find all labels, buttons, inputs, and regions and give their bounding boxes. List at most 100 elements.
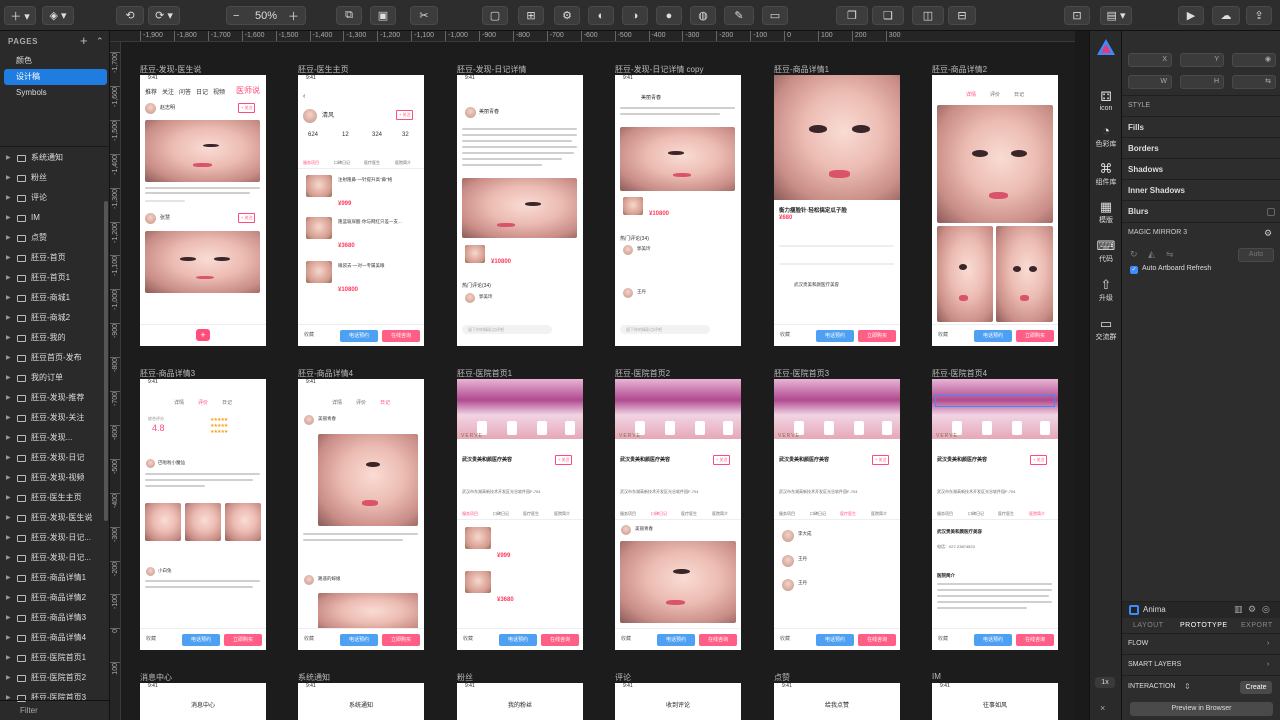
x-field[interactable]: X: [1128, 53, 1172, 67]
buy-button[interactable]: 立即购买: [224, 634, 262, 646]
artboard-product-detail-2[interactable]: 详情 评价 日记 收藏 电话预约 立即购买: [932, 75, 1058, 346]
disclosure-triangle-icon[interactable]: ▶: [6, 148, 11, 168]
disclosure-triangle-icon[interactable]: ▶: [6, 548, 11, 568]
layer-row[interactable]: ▶ 点赞: [0, 228, 104, 248]
buy-button[interactable]: 立即购买: [1016, 330, 1054, 342]
artboard-product-detail-4[interactable]: 9:41 详情 评价 日记 美丽青春 路遥的嫁娘 收藏 电话预约 立即购买: [298, 379, 424, 650]
artboard-label[interactable]: 评论: [615, 672, 631, 683]
tab-diary[interactable]: 口碑日记: [968, 511, 984, 517]
follow-button[interactable]: + 关注: [872, 455, 890, 465]
artboard-label[interactable]: 胚豆-医院首页3: [774, 368, 829, 379]
tab-recommend[interactable]: 推荐: [145, 87, 157, 96]
layer-row[interactable]: ▶ 胚豆-发现-关注: [0, 408, 104, 428]
tab-doctor[interactable]: 医疗医生: [998, 511, 1014, 517]
call-button[interactable]: 电话预约: [974, 634, 1012, 646]
layer-row[interactable]: ▶ 胚豆-发现-推荐: [0, 388, 104, 408]
preview-in-browser-button[interactable]: Preview in Browser: [1130, 702, 1273, 716]
disclosure-triangle-icon[interactable]: ▶: [6, 408, 11, 428]
subtract-button[interactable]: ●: [656, 6, 682, 25]
tab-prototype[interactable]: PROTOTYPE: [1180, 622, 1228, 629]
stepper-icon[interactable]: ⇕: [1184, 682, 1191, 691]
fav-button[interactable]: 收藏: [780, 635, 790, 642]
artboard-comments[interactable]: 9:41 收到评论: [615, 683, 741, 720]
layer-row[interactable]: ▶ 胚豆-发现-日记...: [0, 548, 104, 568]
layer-row[interactable]: ▶ 胚豆-发现...: [0, 428, 104, 448]
blurs-section[interactable]: Blurs: [1128, 207, 1148, 216]
call-button[interactable]: 电话预约: [340, 634, 378, 646]
layer-row[interactable]: ▶ 系统通知: [0, 148, 104, 168]
disclosure-triangle-icon[interactable]: ▶: [6, 648, 11, 668]
rotation-field[interactable]: ◉: [1232, 53, 1276, 67]
tab-service[interactable]: 服务项目: [620, 511, 636, 517]
resize-button[interactable]: ⧉: [336, 6, 362, 25]
view-button[interactable]: ⊡: [1064, 6, 1090, 25]
inner-shadows-section[interactable]: Inner Shadows: [1128, 186, 1185, 195]
tab-diary[interactable]: 日记: [1014, 91, 1024, 98]
tab-layout[interactable]: LAYOUT: [1133, 622, 1164, 629]
artboard-label[interactable]: 粉丝: [457, 672, 473, 683]
layer-row[interactable]: ▶ 胚豆-医院首页1: [0, 648, 104, 668]
layer-row[interactable]: ▶ 胚豆-商品详情3: [0, 608, 104, 628]
artboard-label[interactable]: 胚豆-商品详情1: [774, 64, 829, 75]
artboard-hospital-home-4[interactable]: VERVE 武汉贵美和颜医疗美容 + 关注 武汉市东湖高新技术开发区光谷软件园F…: [932, 379, 1058, 650]
height-field[interactable]: H: [1180, 75, 1224, 89]
fav-button[interactable]: 收藏: [146, 635, 156, 642]
tab-review[interactable]: 评价: [198, 399, 208, 406]
pages-divider[interactable]: [0, 146, 110, 147]
artboard-label[interactable]: IM: [932, 672, 941, 681]
flip-button[interactable]: ⟳ ▾: [148, 6, 180, 25]
artboard-fans[interactable]: 9:41 我的粉丝: [457, 683, 583, 720]
fills-section[interactable]: Fills: [1128, 123, 1144, 132]
artboard-label[interactable]: 胚豆-发现-医生说: [140, 64, 201, 75]
fav-button[interactable]: 收藏: [938, 635, 948, 642]
follow-button[interactable]: + 关注: [238, 213, 256, 223]
width-field[interactable]: W: [1128, 75, 1172, 89]
disclosure-triangle-icon[interactable]: ▶: [6, 588, 11, 608]
disclosure-triangle-icon[interactable]: ▶: [6, 188, 11, 208]
tab-diary[interactable]: 口碑日记: [810, 511, 826, 517]
tab-review[interactable]: 评价: [356, 399, 366, 406]
community-button[interactable]: ▭ 交流群: [1090, 316, 1122, 342]
artboard-label[interactable]: 胚豆-发现-日记详情 copy: [615, 64, 703, 75]
tab-diary[interactable]: 日记: [380, 399, 390, 406]
layer-row[interactable]: ▶ 胚豆-发现-日记...: [0, 528, 104, 548]
tab-diary[interactable]: 口碑日记: [334, 160, 350, 166]
artboard-label[interactable]: 胚豆-医生主页: [298, 64, 349, 75]
code-button[interactable]: ⌨ 代码: [1090, 238, 1122, 264]
export-button[interactable]: ⇪: [1246, 6, 1272, 25]
insert-button[interactable]: ＋ ▾: [4, 6, 36, 25]
component-library-button[interactable]: ⌘ 组件库: [1090, 161, 1122, 187]
follow-button[interactable]: + 关注: [396, 110, 414, 120]
canvas[interactable]: 胚豆-发现-医生说 胚豆-医生主页 胚豆-发现-日记详情 胚豆-发现-日记详情 …: [121, 42, 1075, 720]
artboard-label[interactable]: 消息中心: [140, 672, 172, 683]
disclosure-triangle-icon[interactable]: ▶: [6, 388, 11, 408]
layer-row[interactable]: ▶ 胚豆-发现-视频: [0, 468, 104, 488]
layer-row[interactable]: ▶ IM: [0, 208, 104, 228]
disclosure-triangle-icon[interactable]: ▶: [6, 368, 11, 388]
artboard-im[interactable]: 9:41 往事如风: [932, 683, 1058, 720]
tab-follow[interactable]: 关注: [162, 87, 174, 96]
selection-box[interactable]: [935, 395, 1055, 407]
layer-row[interactable]: ▶ 胚豆-医院首页2: [0, 668, 104, 688]
fav-button[interactable]: 收藏: [621, 635, 631, 642]
tab-export[interactable]: EXPORT: [1241, 622, 1273, 629]
create-button[interactable]: Create: [1240, 681, 1272, 694]
disclosure-triangle-icon[interactable]: ▶: [6, 468, 11, 488]
chevron-up-icon[interactable]: ⌃: [96, 36, 104, 47]
shadows-section[interactable]: Shadows: [1128, 165, 1163, 174]
tab-diary[interactable]: 口碑日记: [493, 511, 509, 517]
tab-service[interactable]: 服务项目: [303, 160, 319, 166]
disclosure-triangle-icon[interactable]: ▶: [6, 428, 11, 448]
tab-doctor[interactable]: 医疗医生: [364, 160, 380, 166]
flatten-button[interactable]: ◐: [588, 6, 614, 25]
flip-mirror-icon[interactable]: ⇋: [1166, 249, 1174, 260]
tab-intro[interactable]: 医院简介: [1029, 511, 1045, 517]
tab-intro[interactable]: 医院简介: [871, 511, 887, 517]
artboard-message-center[interactable]: 9:41 消息中心: [140, 683, 266, 720]
intersect-button[interactable]: ◍: [690, 6, 716, 25]
color-library-button[interactable]: ◔ 色彩库: [1090, 123, 1122, 149]
y-field[interactable]: Y: [1180, 53, 1224, 67]
publish-plus-icon[interactable]: +: [196, 329, 210, 341]
call-button[interactable]: 电话预约: [816, 330, 854, 342]
layer-scrollbar[interactable]: [104, 201, 108, 521]
